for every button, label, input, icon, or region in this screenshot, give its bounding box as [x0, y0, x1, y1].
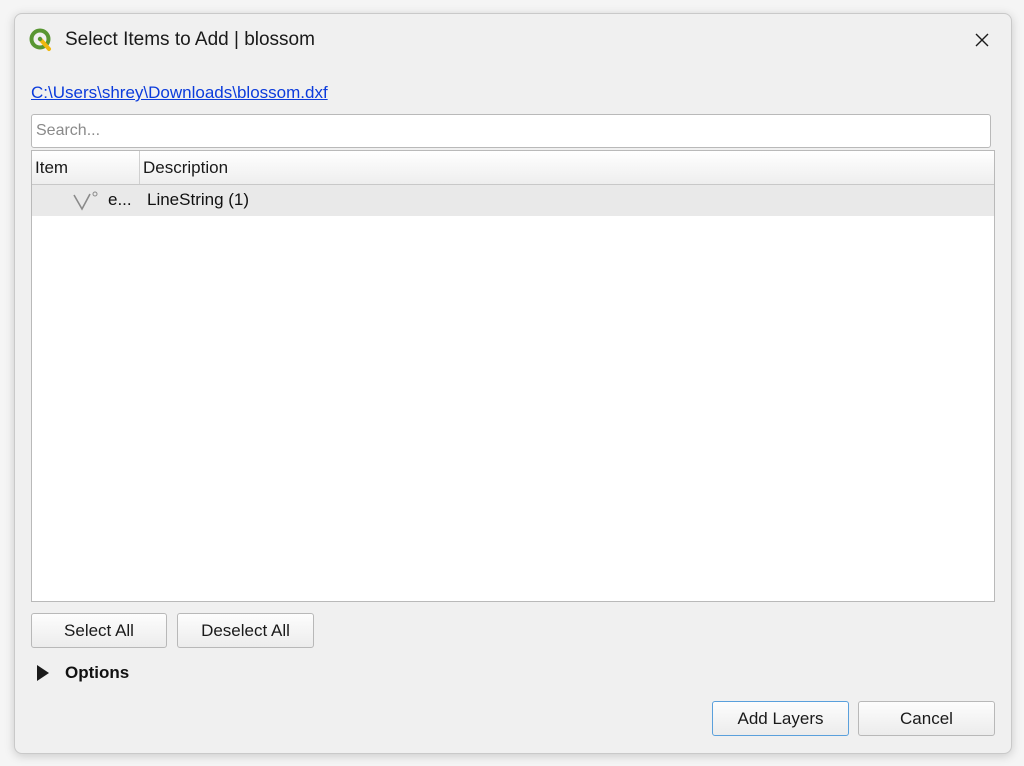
select-all-button[interactable]: Select All — [31, 613, 167, 648]
row-item-name: e... — [108, 190, 132, 209]
close-button[interactable] — [953, 14, 1011, 66]
cancel-button[interactable]: Cancel — [858, 701, 995, 736]
options-toggle[interactable]: Options — [37, 662, 129, 684]
items-tree[interactable]: Item Description e... LineString (1) — [31, 150, 995, 602]
tree-header: Item Description — [32, 151, 994, 185]
deselect-all-button[interactable]: Deselect All — [177, 613, 314, 648]
expand-triangle-icon — [37, 665, 49, 681]
close-icon — [975, 33, 989, 47]
column-header-description[interactable]: Description — [140, 151, 994, 184]
title-bar: Select Items to Add | blossom — [15, 14, 1011, 66]
qgis-icon — [29, 28, 51, 51]
search-input[interactable] — [31, 114, 991, 148]
tree-row[interactable]: e... LineString (1) — [32, 185, 994, 216]
window-title: Select Items to Add | blossom — [65, 29, 315, 50]
column-header-item[interactable]: Item — [32, 151, 140, 184]
options-label: Options — [65, 663, 130, 682]
row-description: LineString (1) — [147, 190, 250, 209]
select-items-dialog: Select Items to Add | blossom C:\Users\s… — [14, 13, 1012, 754]
file-path-link[interactable]: C:\Users\shrey\Downloads\blossom.dxf — [31, 83, 328, 103]
linestring-icon — [73, 191, 98, 211]
add-layers-button[interactable]: Add Layers — [712, 701, 849, 736]
